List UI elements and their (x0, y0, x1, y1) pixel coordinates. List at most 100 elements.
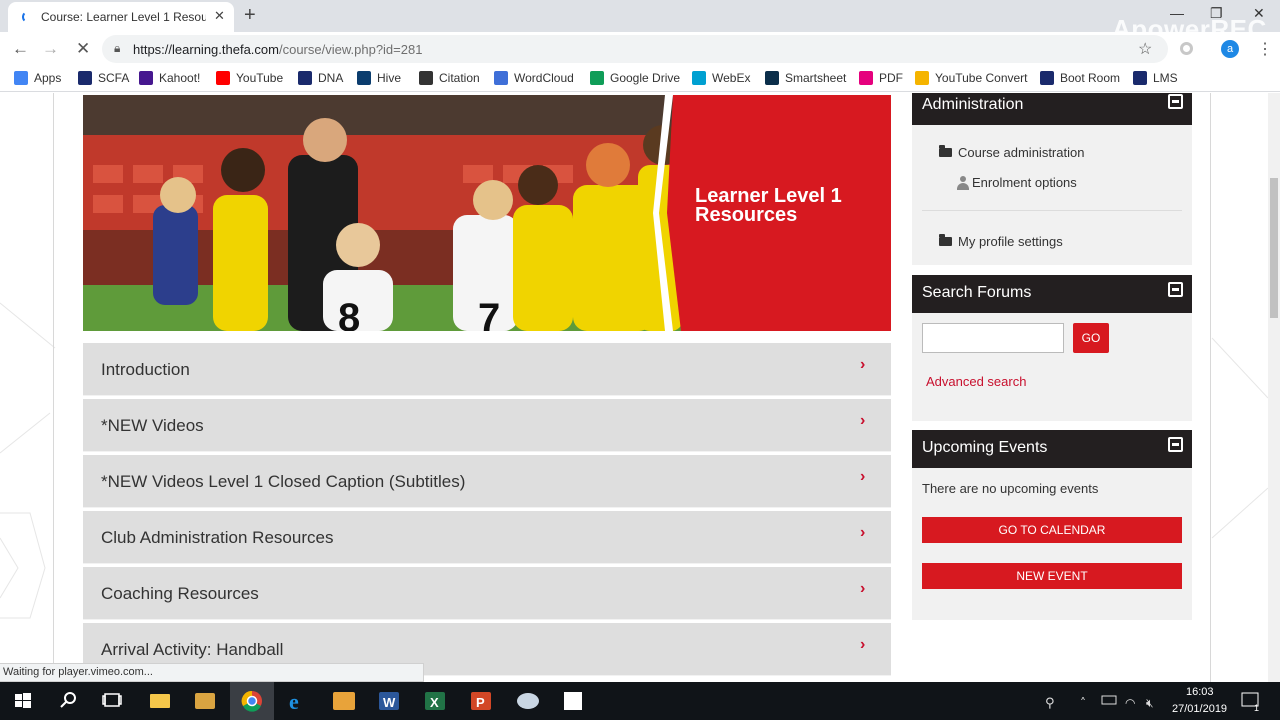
collapse-block-icon[interactable] (1168, 282, 1183, 297)
kahoot-icon (139, 71, 153, 85)
url-text[interactable]: https://learning.thefa.com/course/view.p… (133, 42, 422, 57)
pdf-icon (859, 71, 873, 85)
tab-title: Course: Learner Level 1 Resources (41, 10, 206, 24)
divider (922, 210, 1182, 211)
bookmark-scfa[interactable]: SCFA (78, 71, 129, 85)
restore-icon[interactable]: ❐ (1210, 5, 1223, 22)
administration-block-header: Administration (912, 93, 1192, 125)
chevron-right-icon[interactable]: › (860, 580, 865, 598)
status-bar: Waiting for player.vimeo.com... (0, 663, 424, 682)
section-title: Introduction (101, 360, 190, 379)
section-title: *NEW Videos Level 1 Closed Caption (Subt… (101, 472, 466, 491)
chevron-right-icon[interactable]: › (860, 468, 865, 486)
administration-block-body: Course administration Enrolment options … (912, 125, 1192, 265)
bookmarks-bar: Apps SCFA Kahoot! YouTube DNA Hive Citation Wor… (0, 66, 1280, 92)
frame-line-left (53, 93, 54, 682)
bookmark-apps[interactable]: Apps (14, 71, 61, 85)
go-to-calendar-button[interactable]: GO TO CALENDAR (922, 517, 1182, 543)
course-section-item[interactable]: Coaching Resources › (83, 567, 891, 620)
chevron-right-icon[interactable]: › (860, 356, 865, 374)
bookmark-google-drive[interactable]: Google Drive (590, 71, 680, 85)
search-icon (60, 692, 76, 708)
task-view-icon (102, 693, 122, 707)
course-administration-link[interactable]: Course administration (939, 145, 1084, 160)
svg-text:X: X (430, 695, 439, 710)
crest-icon (1133, 71, 1147, 85)
bookmark-star-icon[interactable]: ☆ (1138, 39, 1152, 59)
chevron-right-icon[interactable]: › (860, 636, 865, 654)
bookmark-hive[interactable]: Hive (357, 71, 401, 85)
browser-toolbar: ← → ✕ 🔒︎ https://learning.thefa.com/cour… (0, 32, 1280, 66)
citation-icon (419, 71, 433, 85)
forward-arrow-icon[interactable]: → (42, 39, 59, 59)
course-section-item[interactable]: *NEW Videos › (83, 399, 891, 452)
chevron-right-icon[interactable]: › (860, 412, 865, 430)
collapse-block-icon[interactable] (1168, 437, 1183, 452)
section-title: Club Administration Resources (101, 528, 334, 547)
people-icon: ⚲ (1045, 696, 1055, 711)
chrome-icon (241, 690, 262, 712)
enrolment-options-link[interactable]: Enrolment options (956, 175, 1077, 190)
close-window-icon[interactable]: ✕ (1253, 5, 1265, 22)
extension-icon[interactable] (1180, 42, 1193, 55)
battery-icon (1101, 695, 1117, 705)
drive-icon (590, 71, 604, 85)
bookmark-smartsheet[interactable]: Smartsheet (765, 71, 846, 85)
stop-loading-icon[interactable]: ✕ (76, 39, 90, 59)
course-section-item[interactable]: Introduction › (83, 343, 891, 396)
taskbar-time[interactable]: 16:03 (1186, 686, 1214, 698)
taskbar-icons: e W X P ⚲ ˄ ◠ 🔇︎ (15, 689, 1259, 714)
block-title: Search Forums (922, 284, 1032, 301)
internet-explorer-icon: e (289, 689, 299, 714)
taskbar-date[interactable]: 27/01/2019 (1172, 703, 1227, 715)
apps-grid-icon (14, 71, 28, 85)
course-section-item[interactable]: *NEW Videos Level 1 Closed Caption (Subt… (83, 455, 891, 508)
collapse-block-icon[interactable] (1168, 94, 1183, 109)
profile-avatar[interactable]: a (1221, 40, 1239, 58)
svg-text:8: 8 (338, 296, 360, 331)
back-arrow-icon[interactable]: ← (12, 39, 29, 59)
course-banner: 8 7 Learner Level 1 Resources (83, 95, 891, 331)
bookmark-boot-room[interactable]: Boot Room (1040, 71, 1120, 85)
outlook-icon (333, 692, 355, 710)
browser-tab[interactable]: Course: Learner Level 1 Resources ✕ (8, 2, 234, 32)
more-menu-icon[interactable]: ⋮ (1257, 39, 1273, 59)
section-title: Arrival Activity: Handball (101, 640, 284, 659)
my-profile-settings-link[interactable]: My profile settings (939, 234, 1063, 249)
bookmark-kahoot-[interactable]: Kahoot! (139, 71, 200, 85)
course-page: 8 7 Learner Level 1 Resources Introducti… (0, 93, 1268, 682)
scrollbar-thumb[interactable] (1270, 178, 1278, 318)
minimize-icon[interactable]: — (1170, 5, 1184, 21)
course-section-item[interactable]: Club Administration Resources › (83, 511, 891, 564)
close-tab-icon[interactable]: ✕ (214, 8, 225, 24)
bookmark-dna[interactable]: DNA (298, 71, 343, 85)
chevron-right-icon[interactable]: › (860, 524, 865, 542)
wifi-icon: ◠ (1125, 696, 1135, 710)
address-bar[interactable]: 🔒︎ https://learning.thefa.com/course/vie… (102, 35, 1168, 63)
bookmark-lms[interactable]: LMS (1133, 71, 1178, 85)
block-title: Upcoming Events (922, 439, 1048, 456)
folder-icon (939, 234, 952, 246)
advanced-search-link[interactable]: Advanced search (926, 374, 1026, 389)
bookmark-wordcloud[interactable]: WordCloud (494, 71, 574, 85)
volume-mute-icon: 🔇︎ (1146, 696, 1154, 710)
folder-open-icon (939, 145, 952, 157)
new-tab-button[interactable]: + (244, 4, 256, 27)
bookmark-webex[interactable]: WebEx (692, 71, 750, 85)
search-go-button[interactable]: GO (1073, 323, 1109, 353)
new-event-button[interactable]: NEW EVENT (922, 563, 1182, 589)
notification-count: 1 (1254, 703, 1260, 713)
svg-text:W: W (383, 695, 396, 710)
crest-icon (78, 71, 92, 85)
bookmark-citation[interactable]: Citation (419, 71, 480, 85)
smartsheet-icon (765, 71, 779, 85)
bookmark-pdf[interactable]: PDF (859, 71, 903, 85)
bookmark-youtube[interactable]: YouTube (216, 71, 283, 85)
windows-start-icon (15, 693, 31, 708)
search-forums-input[interactable] (922, 323, 1064, 353)
crest-icon (298, 71, 312, 85)
block-title: Administration (922, 96, 1024, 113)
bookmark-youtube-convert[interactable]: YouTube Convert (915, 71, 1028, 85)
players-photo: 8 7 (83, 95, 683, 331)
tab-strip: Course: Learner Level 1 Resources ✕ + Ap… (0, 0, 1280, 44)
